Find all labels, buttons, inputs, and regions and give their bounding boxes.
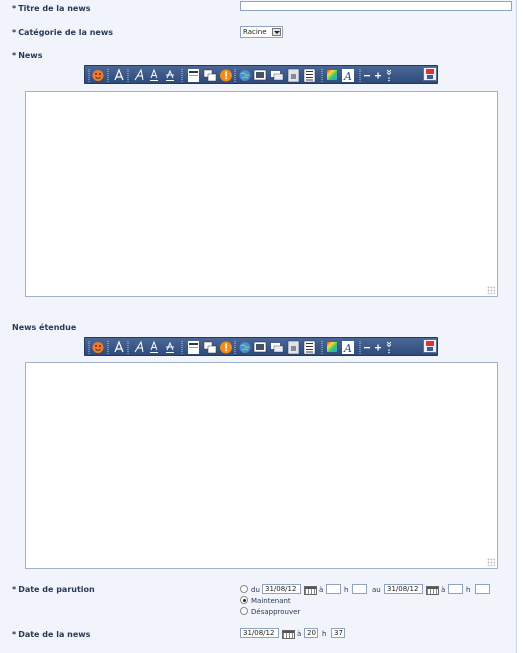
chevron-down-icon[interactable] [272, 28, 281, 36]
smiley-icon[interactable] [92, 70, 104, 81]
date-to-input[interactable]: 31/08/12 [384, 584, 423, 594]
font-icon[interactable]: A [342, 69, 354, 83]
plus-icon[interactable] [375, 72, 381, 79]
disapprove-label: Désapprouver [251, 608, 301, 616]
pub-date-label: * Date de parution [12, 585, 95, 594]
color-icon[interactable] [327, 70, 337, 80]
extended-editor-toolbar: A [84, 337, 438, 356]
quote-icon[interactable] [271, 71, 284, 81]
font-icon[interactable]: A [342, 341, 354, 355]
date-from-input[interactable]: 31/08/12 [262, 584, 301, 594]
from-hour-input[interactable] [326, 584, 341, 594]
image-icon[interactable] [253, 69, 267, 81]
quote-icon[interactable] [271, 343, 284, 353]
du-label: du [251, 586, 260, 594]
alert-icon[interactable] [220, 69, 232, 82]
toolbar-icons-extended: A [88, 340, 392, 355]
news-minute-input[interactable]: 37 [331, 628, 345, 638]
minus-icon[interactable] [364, 347, 370, 349]
strike-icon[interactable] [166, 341, 174, 353]
resize-handle[interactable] [487, 286, 495, 294]
align-icon[interactable] [188, 69, 199, 82]
globe-icon[interactable] [239, 70, 251, 81]
h-label: h [322, 630, 327, 638]
globe-icon[interactable] [239, 342, 251, 353]
news-textarea[interactable] [25, 91, 498, 297]
color-icon[interactable] [327, 342, 337, 352]
save-icon[interactable] [423, 339, 437, 353]
a-label: à [319, 586, 324, 594]
news-hour-input[interactable]: 20 [304, 628, 318, 638]
radio-now[interactable] [240, 596, 248, 604]
category-select[interactable]: Racine [240, 26, 283, 38]
bold-icon[interactable] [114, 68, 124, 81]
au-label: au [372, 586, 381, 594]
strike-icon[interactable] [166, 69, 174, 81]
svg-text:A: A [343, 342, 352, 355]
to-hour-input[interactable] [448, 584, 463, 594]
copy-icon[interactable] [203, 69, 217, 82]
underline-icon[interactable] [150, 340, 158, 353]
title-input[interactable] [240, 1, 512, 11]
calendar-icon[interactable] [282, 630, 295, 639]
a-label: à [297, 630, 302, 638]
minus-icon[interactable] [364, 75, 370, 77]
list-icon[interactable] [303, 340, 316, 355]
radio-disapprove[interactable] [240, 607, 248, 615]
radio-range[interactable] [240, 585, 248, 593]
form-panel: * Titre de la news * Catégorie de la news … [0, 0, 517, 653]
save-icon[interactable] [423, 67, 437, 81]
more-icon[interactable] [386, 341, 392, 354]
list-icon[interactable] [303, 68, 316, 83]
extended-news-label: News étendue [12, 323, 77, 332]
more-icon[interactable] [386, 69, 392, 82]
category-label: * Catégorie de la news [12, 28, 113, 37]
calendar-icon[interactable] [304, 586, 317, 595]
news-editor-toolbar: A [84, 65, 438, 84]
bold-icon[interactable] [114, 340, 124, 353]
underline-icon[interactable] [150, 68, 158, 81]
italic-icon[interactable] [134, 340, 144, 353]
svg-text:A: A [343, 70, 352, 83]
a-label: à [441, 586, 446, 594]
extended-news-textarea[interactable] [25, 362, 498, 569]
from-minute-input[interactable] [352, 584, 367, 594]
title-label: * Titre de la news [12, 4, 91, 13]
copy-icon[interactable] [203, 341, 217, 354]
plus-icon[interactable] [375, 344, 381, 351]
h-label: h [466, 586, 471, 594]
italic-icon[interactable] [134, 68, 144, 81]
now-label: Maintenant [251, 597, 291, 605]
align-icon[interactable] [188, 341, 199, 354]
h-label: h [344, 586, 349, 594]
lock-icon[interactable] [287, 340, 300, 355]
resize-handle[interactable] [487, 558, 495, 566]
lock-icon[interactable] [287, 68, 300, 83]
news-date-input[interactable]: 31/08/12 [240, 628, 279, 638]
news-label: * News [12, 51, 43, 60]
category-value: Racine [243, 28, 267, 36]
alert-icon[interactable] [220, 341, 232, 354]
smiley-icon[interactable] [92, 342, 104, 353]
news-date-label: * Date de la news [12, 630, 91, 639]
toolbar-icons: A [88, 68, 392, 83]
to-minute-input[interactable] [475, 584, 490, 594]
image-icon[interactable] [253, 341, 267, 353]
calendar-icon[interactable] [426, 586, 439, 595]
